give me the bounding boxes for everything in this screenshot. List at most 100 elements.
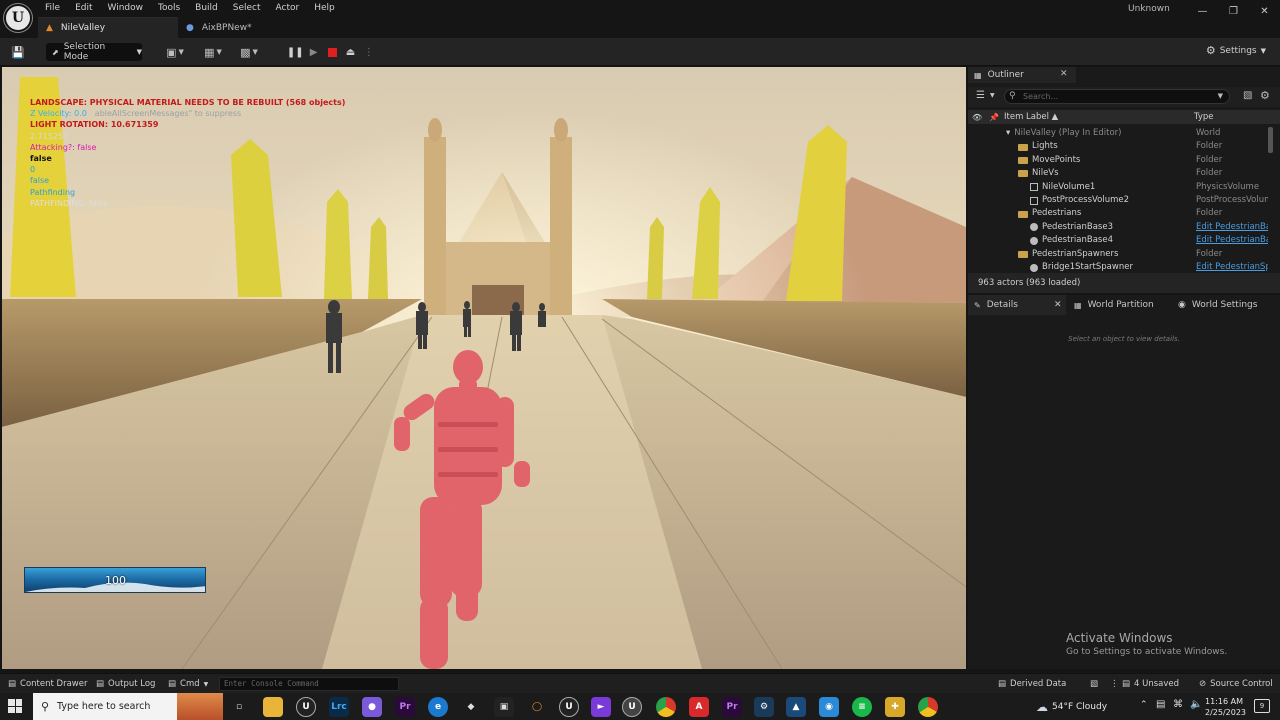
- column-type[interactable]: Type: [1194, 112, 1214, 122]
- volume-icon[interactable]: 🔈: [1190, 699, 1202, 710]
- chevron-down-icon[interactable]: ▼: [990, 92, 995, 99]
- app-icon[interactable]: ▣: [494, 697, 514, 717]
- game-viewport[interactable]: LANDSCAPE: PHYSICAL MATERIAL NEEDS TO BE…: [2, 67, 966, 669]
- blender-icon[interactable]: ◯: [527, 697, 547, 717]
- menu-help[interactable]: Help: [314, 0, 344, 17]
- unreal-engine-active-icon[interactable]: U: [622, 697, 642, 717]
- cmd-dropdown[interactable]: ▤ Cmd ▼: [168, 674, 208, 694]
- folder-icon: [1018, 143, 1028, 151]
- network-icon[interactable]: ▤: [1156, 699, 1165, 710]
- pin-icon[interactable]: 📌: [989, 113, 999, 122]
- menu-select[interactable]: Select: [233, 0, 270, 17]
- tab-world-partition[interactable]: ▦ World Partition: [1068, 295, 1172, 315]
- app-icon[interactable]: ◉: [819, 697, 839, 717]
- tab-world-settings[interactable]: ◉ World Settings: [1172, 295, 1276, 315]
- outliner-search-input[interactable]: ⚲ Search... ▼: [1004, 89, 1230, 104]
- outliner-row[interactable]: Bridge1StartSpawner Edit PedestrianSpa: [968, 261, 1268, 273]
- menu-actor[interactable]: Actor: [276, 0, 309, 17]
- menu-file[interactable]: File: [45, 0, 69, 17]
- add-folder-icon[interactable]: ▧: [1243, 90, 1252, 101]
- source-control-button[interactable]: ⊘ Source Control: [1199, 674, 1273, 694]
- wifi-icon[interactable]: ⌘: [1173, 699, 1183, 710]
- visual-studio-icon[interactable]: ►: [591, 697, 611, 717]
- outliner-row[interactable]: PedestrianBase3 Edit PedestrianBas: [968, 221, 1268, 234]
- chrome-icon[interactable]: [918, 697, 938, 717]
- menu-window[interactable]: Window: [108, 0, 153, 17]
- derived-data-label: Derived Data: [1010, 679, 1067, 689]
- unreal-engine-icon[interactable]: U: [559, 697, 579, 717]
- minimize-icon[interactable]: —: [1187, 0, 1218, 22]
- restore-icon[interactable]: ❐: [1218, 0, 1249, 22]
- stop-icon[interactable]: [323, 43, 341, 61]
- notifications-icon[interactable]: 9: [1254, 699, 1270, 713]
- unsaved-button[interactable]: ▤ 4 Unsaved: [1122, 674, 1179, 694]
- close-icon[interactable]: ✕: [1060, 69, 1068, 79]
- app-icon[interactable]: A: [689, 697, 709, 717]
- outliner-row[interactable]: Pedestrians Folder: [968, 207, 1268, 220]
- windows-start-icon[interactable]: [8, 699, 22, 713]
- outliner-row[interactable]: MovePoints Folder: [968, 154, 1268, 167]
- file-explorer-icon[interactable]: [263, 697, 283, 717]
- outliner-row[interactable]: NileVolume1 PhysicsVolume: [968, 181, 1268, 194]
- tray-icon[interactable]: ▧: [1090, 674, 1098, 694]
- outliner-row[interactable]: PedestrianBase4 Edit PedestrianBas: [968, 234, 1268, 247]
- outliner-row-type[interactable]: Edit PedestrianBas: [1196, 221, 1268, 234]
- chrome-icon[interactable]: [656, 697, 676, 717]
- gear-icon[interactable]: ⚙: [1260, 89, 1270, 102]
- taskbar-search[interactable]: ⚲ Type here to search: [33, 693, 223, 720]
- output-log-button[interactable]: ▤ Output Log: [96, 674, 155, 694]
- chevron-down-icon[interactable]: ▼: [1218, 90, 1223, 103]
- edge-icon[interactable]: e: [428, 697, 448, 717]
- outliner-scrollbar[interactable]: [1268, 127, 1273, 153]
- outliner-row[interactable]: ▾ NileValley (Play In Editor) World: [968, 127, 1268, 140]
- steam-icon[interactable]: ⚙: [754, 697, 774, 717]
- save-icon[interactable]: 💾: [10, 44, 26, 60]
- eject-icon[interactable]: ⏏: [341, 43, 359, 61]
- app-icon[interactable]: ◆: [461, 697, 481, 717]
- app-icon[interactable]: ▲: [786, 697, 806, 717]
- pause-icon[interactable]: ❚❚: [286, 43, 304, 61]
- menu-tools[interactable]: Tools: [158, 0, 189, 17]
- cinematics-icon[interactable]: ▩ ▼: [236, 44, 262, 60]
- close-icon[interactable]: ✕: [1249, 0, 1280, 22]
- visibility-icon[interactable]: 👁: [972, 113, 982, 122]
- step-icon[interactable]: ▶: [304, 43, 322, 61]
- blueprint-toolbar-icon[interactable]: ▦ ▼: [200, 44, 226, 60]
- app-icon[interactable]: ✚: [885, 697, 905, 717]
- console-command-input[interactable]: Enter Console Command: [219, 677, 399, 691]
- column-item-label[interactable]: Item Label ▲: [1004, 112, 1058, 122]
- chevron-up-icon[interactable]: ⌃: [1140, 700, 1148, 710]
- debug-line: LIGHT ROTATION: 10.671359: [30, 120, 159, 130]
- outliner-row-type[interactable]: Edit PedestrianSpa: [1196, 261, 1268, 273]
- tab-details[interactable]: ✎ Details ✕: [968, 295, 1066, 315]
- menu-build[interactable]: Build: [195, 0, 227, 17]
- close-icon[interactable]: ✕: [1054, 300, 1062, 310]
- lightroom-icon[interactable]: Lrc: [329, 697, 349, 717]
- more-options-icon[interactable]: ⋮: [360, 43, 378, 61]
- unreal-logo-icon[interactable]: U: [4, 4, 32, 32]
- unreal-engine-icon[interactable]: U: [296, 697, 316, 717]
- settings-button[interactable]: ⚙ Settings ▼: [1206, 44, 1266, 57]
- derived-data-button[interactable]: ▤ Derived Data: [998, 674, 1066, 694]
- filter-icon[interactable]: ☰: [976, 90, 985, 101]
- more-options-icon[interactable]: ⋮: [1110, 674, 1119, 694]
- tab-nilevalley[interactable]: ▲ NileValley: [38, 17, 178, 38]
- content-drawer-button[interactable]: ▤ Content Drawer: [8, 674, 87, 694]
- outliner-row[interactable]: PedestrianSpawners Folder: [968, 248, 1268, 261]
- add-actor-icon[interactable]: ▣ ▼: [162, 44, 188, 60]
- premiere-icon[interactable]: Pr: [395, 697, 415, 717]
- outliner-row[interactable]: Lights Folder: [968, 140, 1268, 153]
- weather-widget[interactable]: ☁ 54°F Cloudy: [1036, 700, 1107, 714]
- discord-icon[interactable]: ●: [362, 697, 382, 717]
- tab-aixbpnew[interactable]: ● AixBPNew*: [178, 17, 316, 38]
- menu-edit[interactable]: Edit: [75, 0, 101, 17]
- selection-mode-dropdown[interactable]: ⬈ Selection Mode ▼: [46, 42, 142, 62]
- details-tabs: ✎ Details ✕ ▦ World Partition ◉ World Se…: [968, 295, 1280, 315]
- taskbar-clock[interactable]: 11:16 AM 2/25/2023: [1205, 696, 1246, 718]
- outliner-row[interactable]: PostProcessVolume2 PostProcessVolum: [968, 194, 1268, 207]
- task-view-icon[interactable]: ▫: [229, 697, 249, 717]
- premiere-icon[interactable]: Pr: [722, 697, 742, 717]
- outliner-row-type[interactable]: Edit PedestrianBas: [1196, 234, 1268, 247]
- outliner-row[interactable]: NileVs Folder: [968, 167, 1268, 180]
- spotify-icon[interactable]: ≡: [852, 697, 872, 717]
